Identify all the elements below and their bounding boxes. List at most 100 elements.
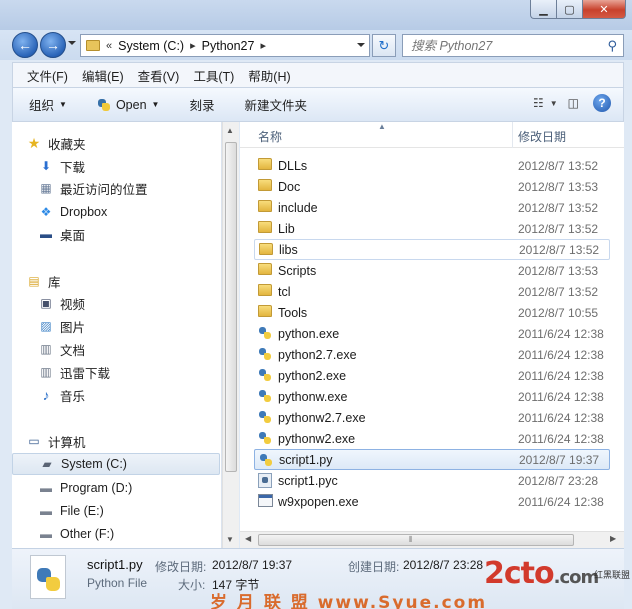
file-name: libs (279, 242, 298, 257)
nav-favorites-label: 收藏夹 (48, 137, 86, 152)
sort-ascending-icon: ▲ (378, 122, 386, 131)
help-icon[interactable]: ? (593, 94, 611, 112)
preview-pane-icon[interactable]: ◫ (568, 96, 579, 110)
file-row-script1-py[interactable]: script1.py 2012/8/7 19:37 (254, 449, 610, 470)
file-row-script1-pyc[interactable]: script1.pyc 2012/8/7 23:28 (254, 470, 610, 491)
file-date: 2012/8/7 19:37 (519, 452, 600, 467)
python-file-large-icon (30, 555, 66, 599)
file-row-include[interactable]: include 2012/8/7 13:52 (254, 197, 610, 218)
drive-icon: ▬ (40, 504, 52, 518)
organize-button[interactable]: 组织 ▼ (29, 95, 67, 114)
nav-item-other-f[interactable]: ▬ Other (F:) (38, 523, 246, 545)
file-row-dlls[interactable]: DLLs 2012/8/7 13:52 (254, 155, 610, 176)
folder-icon (258, 200, 272, 212)
scroll-down-icon[interactable]: ▼ (226, 535, 234, 544)
menu-help[interactable]: 帮助(H) (248, 66, 290, 85)
nav-scrollbar[interactable]: ▲ ▼ (222, 122, 239, 548)
view-mode-icon[interactable]: ☷ (533, 96, 544, 110)
file-row-tools[interactable]: Tools 2012/8/7 10:55 (254, 302, 610, 323)
column-header-name[interactable]: 名称 (258, 128, 282, 145)
menu-file[interactable]: 文件(F) (27, 66, 68, 85)
open-button[interactable]: Open ▼ (97, 98, 159, 112)
column-header-modified[interactable]: 修改日期 (518, 128, 566, 145)
nav-item-videos[interactable]: ▣ 视频 (38, 292, 246, 314)
folder-icon (258, 263, 272, 275)
nav-item-label: 视频 (60, 297, 86, 312)
file-row-python-exe[interactable]: python.exe 2011/6/24 12:38 (254, 323, 610, 344)
nav-scroll-thumb[interactable] (225, 142, 237, 472)
nav-computer[interactable]: ▭ 计算机 (26, 430, 234, 452)
view-controls: ☷ ▼ ◫ ? (523, 94, 611, 112)
file-name: tcl (278, 284, 291, 299)
chevron-right-icon[interactable]: ▸ (190, 39, 196, 52)
file-row-python2-exe[interactable]: python2.exe 2011/6/24 12:38 (254, 365, 610, 386)
refresh-icon[interactable]: ↻ (372, 34, 396, 57)
scroll-left-icon[interactable]: ◀ (245, 534, 251, 543)
breadcrumb-python27[interactable]: Python27 (202, 39, 255, 53)
python-file-icon (258, 347, 272, 361)
file-row-scripts[interactable]: Scripts 2012/8/7 13:53 (254, 260, 610, 281)
forward-arrow-icon[interactable]: → (40, 32, 66, 58)
folder-icon (258, 284, 272, 296)
address-dropdown-icon[interactable] (357, 43, 365, 47)
search-icon[interactable]: ⚲ (607, 38, 617, 54)
file-date: 2012/8/7 13:52 (519, 242, 600, 257)
scroll-right-icon[interactable]: ▶ (610, 534, 616, 543)
maximize-button[interactable]: ▢ (556, 0, 582, 19)
nav-item-label: System (C:) (61, 457, 127, 471)
menu-tools[interactable]: 工具(T) (193, 66, 234, 85)
file-row-python27-exe[interactable]: python2.7.exe 2011/6/24 12:38 (254, 344, 610, 365)
nav-item-label: 音乐 (60, 389, 86, 404)
system-drive-icon: ▰ (42, 457, 52, 471)
menu-view[interactable]: 查看(V) (138, 66, 180, 85)
chevron-right-icon[interactable]: ▸ (260, 39, 266, 52)
nav-item-system-c[interactable]: ▰ System (C:) (12, 453, 220, 475)
new-folder-button[interactable]: 新建文件夹 (244, 95, 307, 114)
nav-item-label: 最近访问的位置 (60, 182, 148, 197)
close-button[interactable]: ✕ (582, 0, 626, 19)
details-file-type: Python File (87, 576, 148, 590)
details-size-label: 大小: (178, 578, 206, 592)
back-arrow-icon[interactable]: ← (12, 32, 38, 58)
column-header-row: ▲ 名称 修改日期 (240, 122, 624, 148)
file-list-horizontal-scrollbar[interactable]: ◀ ⦀ ▶ (240, 531, 624, 548)
file-row-pythonw27-exe[interactable]: pythonw2.7.exe 2011/6/24 12:38 (254, 407, 610, 428)
file-name: python2.7.exe (278, 347, 357, 362)
recent-pages-chevron-icon[interactable] (68, 41, 76, 45)
file-row-pythonw2-exe[interactable]: pythonw2.exe 2011/6/24 12:38 (254, 428, 610, 449)
burn-button[interactable]: 刻录 (189, 95, 214, 114)
nav-item-file-e[interactable]: ▬ File (E:) (38, 500, 246, 522)
menu-edit[interactable]: 编辑(E) (82, 66, 124, 85)
breadcrumb-system-c[interactable]: System (C:) (118, 39, 184, 53)
address-bar[interactable]: « System (C:) ▸ Python27 ▸ (80, 34, 370, 57)
file-row-w9xpopen-exe[interactable]: w9xpopen.exe 2011/6/24 12:38 (254, 491, 610, 512)
nav-item-dropbox[interactable]: ❖ Dropbox (38, 201, 246, 223)
executable-icon (258, 494, 273, 507)
horizontal-scroll-thumb[interactable]: ⦀ (258, 534, 574, 546)
nav-item-program-d[interactable]: ▬ Program (D:) (38, 477, 246, 499)
file-row-libs[interactable]: libs 2012/8/7 13:52 (254, 239, 610, 260)
nav-item-recent-places[interactable]: ▦ 最近访问的位置 (38, 177, 246, 199)
file-row-doc[interactable]: Doc 2012/8/7 13:53 (254, 176, 610, 197)
nav-libraries[interactable]: ▤ 库 (26, 270, 234, 292)
nav-item-thunder-downloads[interactable]: ▥ 迅雷下载 (38, 361, 246, 383)
nav-item-desktop[interactable]: ▬ 桌面 (38, 223, 246, 245)
nav-item-documents[interactable]: ▥ 文档 (38, 338, 246, 360)
scroll-up-icon[interactable]: ▲ (226, 126, 234, 135)
minimize-button[interactable]: ▁ (530, 0, 556, 19)
download-folder-icon: ⬇ (40, 159, 52, 173)
nav-item-pictures[interactable]: ▨ 图片 (38, 315, 246, 337)
file-row-tcl[interactable]: tcl 2012/8/7 13:52 (254, 281, 610, 302)
scroll-grip-icon: ⦀ (409, 535, 413, 544)
nav-item-downloads[interactable]: ⬇ 下载 (38, 155, 246, 177)
file-row-lib[interactable]: Lib 2012/8/7 13:52 (254, 218, 610, 239)
search-input[interactable] (411, 38, 596, 53)
crumb-prefix[interactable]: « (106, 40, 112, 52)
nav-favorites[interactable]: ★ 收藏夹 (26, 132, 234, 154)
file-name: Tools (278, 305, 308, 320)
nav-item-music[interactable]: ♪ 音乐 (38, 384, 246, 406)
chevron-down-icon[interactable]: ▼ (550, 99, 558, 108)
search-box[interactable]: ⚲ (402, 34, 624, 57)
column-divider[interactable] (512, 122, 513, 148)
file-row-pythonw-exe[interactable]: pythonw.exe 2011/6/24 12:38 (254, 386, 610, 407)
